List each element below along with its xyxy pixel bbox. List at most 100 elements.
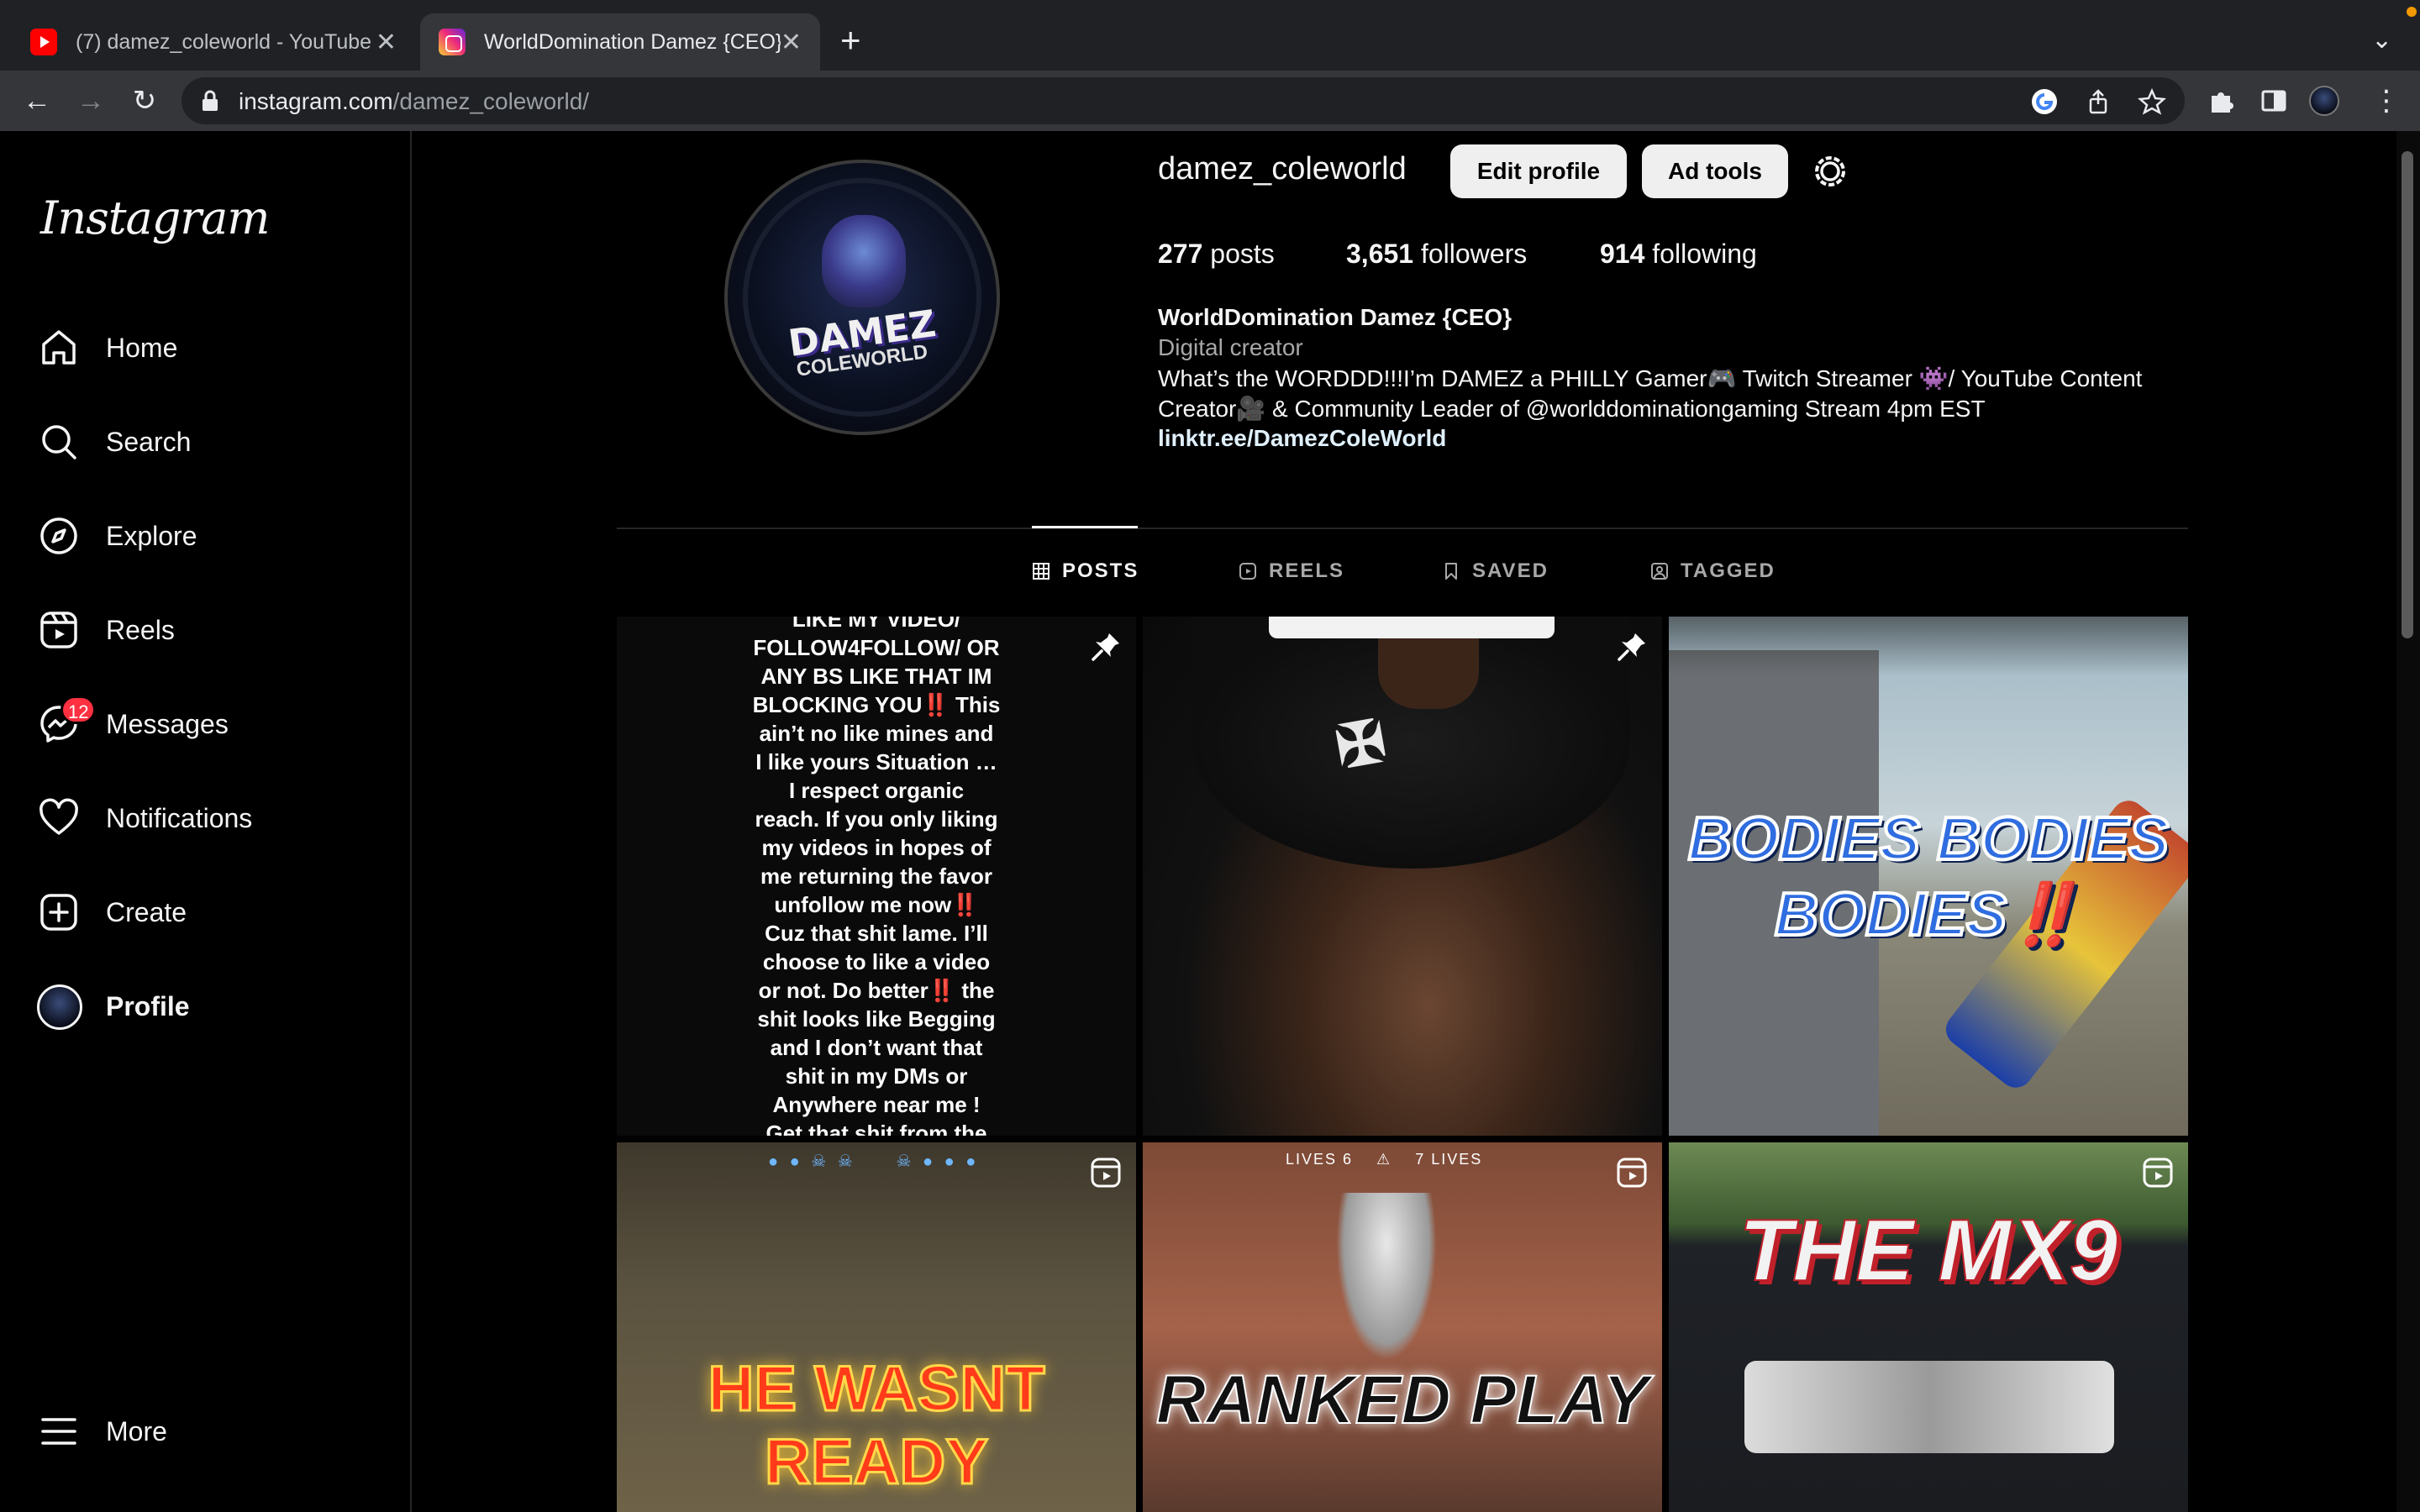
pin-icon: [1092, 633, 1119, 661]
home-icon: [37, 326, 81, 370]
notification-dot: [2407, 7, 2417, 17]
browser-tab-youtube[interactable]: (7) damez_coleworld - YouTube ✕: [12, 13, 415, 71]
tagged-user-icon: [1651, 563, 1668, 580]
caption-banner: [1269, 617, 1555, 638]
address-bar[interactable]: instagram.com/damez_coleworld/: [182, 77, 2185, 124]
tab-posts[interactable]: POSTS: [1032, 559, 1139, 583]
messenger-icon: 12: [37, 696, 97, 746]
sidebar-item-label: Search: [106, 426, 192, 457]
sidebar-item-home[interactable]: Home: [37, 314, 390, 381]
reel-icon: [1617, 1158, 1647, 1188]
close-tab-icon[interactable]: ✕: [376, 28, 397, 57]
post-tile[interactable]: ✠: [1143, 617, 1662, 1136]
side-panel-icon[interactable]: [2259, 86, 2289, 116]
scrollbar-thumb[interactable]: [2402, 151, 2413, 638]
browser-menu-icon[interactable]: ⋮: [2371, 86, 2402, 116]
tab-tagged[interactable]: TAGGED: [1650, 559, 1776, 583]
sidebar-item-label: Create: [106, 896, 187, 927]
tab-reels[interactable]: REELS: [1239, 559, 1344, 583]
tab-title: WorldDomination Damez {CEO} • Instagram: [484, 29, 781, 54]
url-text[interactable]: instagram.com/damez_coleworld/: [239, 88, 589, 115]
sidebar-item-create[interactable]: Create: [37, 879, 390, 946]
post-text-line: unfollow me now‼️: [774, 892, 979, 917]
post-headline: RANKED PLAY: [1155, 1361, 1649, 1439]
compass-icon: [37, 514, 81, 558]
lock-icon[interactable]: [200, 89, 220, 113]
post-text-line: or not. Do better‼️ the: [758, 978, 995, 1003]
extensions-puzzle-icon[interactable]: [2207, 86, 2237, 116]
back-arrow-icon[interactable]: ←: [18, 82, 55, 119]
post-headline: BODIES BODIES BODIES‼️: [1686, 804, 2170, 950]
sidebar-item-more[interactable]: More: [37, 1398, 390, 1465]
profile-username: damez_coleworld: [1158, 151, 1407, 186]
instagram-logo[interactable]: Instagram: [40, 192, 270, 244]
sidebar-item-reels[interactable]: Reels: [37, 596, 390, 664]
messages-badge: 12: [60, 696, 97, 724]
sidebar-item-notifications[interactable]: Notifications: [37, 785, 390, 852]
profile-link[interactable]: linktr.ee/DamezColeWorld: [1158, 425, 1446, 452]
sidebar-item-label: Messages: [106, 708, 229, 739]
sidebar-item-label: Explore: [106, 520, 197, 551]
post-tile[interactable]: ● ● ☠ ☠ ☠ ● ● ● HE WASNT READY: [617, 1142, 1136, 1512]
hamburger-menu-icon: [37, 1410, 81, 1453]
settings-gear-icon[interactable]: [1810, 151, 1850, 192]
post-text-line: reach. If you only liking: [755, 806, 998, 832]
post-text-line: shit looks like Begging: [757, 1006, 996, 1032]
posts-count: 277 posts: [1158, 239, 1275, 269]
reload-icon[interactable]: ↻: [126, 82, 163, 119]
post-tile[interactable]: LIKE MY VIDEO/FOLLOW4FOLLOW/ OR ANY BS LI…: [617, 617, 1136, 1136]
sidebar-item-label: Reels: [106, 614, 175, 645]
reels-icon: [1239, 563, 1256, 580]
post-text-line: Get that shit from the: [765, 1121, 987, 1136]
reels-icon: [37, 608, 81, 652]
page-scrollbar[interactable]: [2396, 131, 2420, 1512]
soldier-figure: [1336, 1193, 1437, 1361]
post-text-line: LIKE MY VIDEO/: [792, 617, 961, 632]
post-text-line: I like yours Situation …: [755, 749, 997, 774]
post-tile[interactable]: BODIES BODIES BODIES‼️: [1669, 617, 2188, 1136]
reel-icon: [2143, 1158, 2173, 1188]
instagram-icon: [439, 29, 466, 55]
search-icon: [37, 420, 81, 464]
avatar: [37, 984, 82, 1030]
post-headline: HE WASNT READY: [707, 1352, 1046, 1499]
profile-bio-line: Creator🎥 & Community Leader of @worlddom…: [1158, 396, 1986, 422]
post-text-line: I respect organic: [788, 778, 965, 803]
post-headline: THE MX9: [1739, 1201, 2119, 1300]
sidebar-item-search[interactable]: Search: [37, 408, 390, 475]
new-tab-button[interactable]: +: [840, 22, 861, 59]
browser-profile-avatar[interactable]: [2309, 86, 2339, 116]
browser-tab-instagram[interactable]: WorldDomination Damez {CEO} • Instagram …: [420, 13, 820, 71]
tab-label: POSTS: [1062, 559, 1139, 582]
bookmark-star-icon[interactable]: [2138, 87, 2166, 116]
profile-bio-line: What’s the WORDDD!!!I’m DAMEZ a PHILLY G…: [1158, 365, 2143, 391]
sidebar: Instagram Home Search Explore Reels 12 M…: [0, 131, 412, 1512]
sidebar-item-profile[interactable]: Profile: [37, 973, 390, 1040]
share-icon[interactable]: [2084, 87, 2112, 116]
post-tile[interactable]: THE MX9: [1669, 1142, 2188, 1512]
following-count[interactable]: 914 following: [1600, 239, 1757, 270]
google-icon[interactable]: [2030, 87, 2059, 116]
sidebar-item-messages[interactable]: 12 Messages: [37, 690, 390, 758]
post-text-line: FOLLOW4FOLLOW/ OR: [753, 635, 1000, 660]
plus-square-icon: [37, 890, 81, 934]
tab-label: TAGGED: [1681, 559, 1776, 582]
tab-saved[interactable]: SAVED: [1442, 559, 1549, 583]
reel-icon: [1091, 1158, 1121, 1188]
profile-avatar[interactable]: DAMEZ COLEWORLD: [724, 160, 1000, 435]
post-text-line: Cuz that shit lame. I’ll: [765, 921, 988, 946]
sidebar-item-label: Home: [106, 332, 178, 363]
tab-search-chevron-icon[interactable]: ⌄: [2371, 25, 2392, 55]
forward-arrow-icon[interactable]: →: [72, 82, 109, 119]
tabs-divider: [617, 528, 2188, 529]
profile-full-name: WorldDomination Damez {CEO}: [1158, 304, 1512, 330]
edit-profile-button[interactable]: Edit profile: [1450, 144, 1627, 198]
close-tab-icon[interactable]: ✕: [781, 28, 802, 57]
rifle-shape: [1744, 1361, 2114, 1453]
tab-label: SAVED: [1472, 559, 1549, 582]
post-tile[interactable]: LIVES 6 ⚠ 7 LIVES RANKED PLAY: [1143, 1142, 1662, 1512]
post-text-line: me returning the favor: [760, 864, 992, 889]
sidebar-item-explore[interactable]: Explore: [37, 502, 390, 570]
followers-count[interactable]: 3,651 followers: [1346, 239, 1527, 270]
ad-tools-button[interactable]: Ad tools: [1642, 144, 1788, 198]
